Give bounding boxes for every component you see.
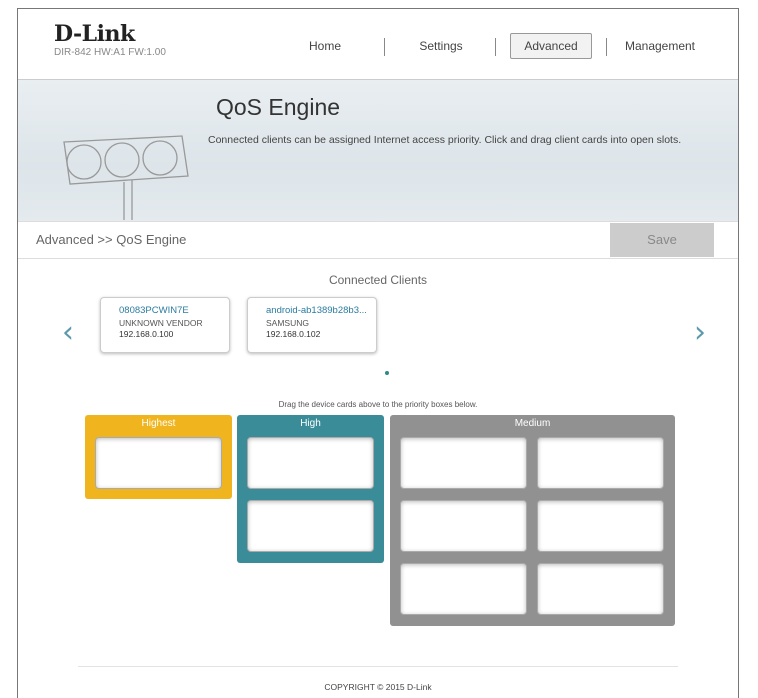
- client-vendor: UNKNOWN VENDOR: [119, 318, 203, 328]
- page-title: QoS Engine: [216, 94, 341, 120]
- priority-slot[interactable]: [400, 563, 527, 615]
- client-name: 08083PCWIN7E: [119, 305, 189, 316]
- page-banner: QoS Engine Connected clients can be assi…: [18, 79, 738, 222]
- priority-label: Medium: [514, 418, 551, 429]
- client-card[interactable]: 08083PCWIN7E UNKNOWN VENDOR 192.168.0.10…: [100, 297, 230, 353]
- priority-box-high: High: [237, 415, 384, 563]
- page-description: Connected clients can be assigned Intern…: [208, 134, 682, 146]
- priority-slot[interactable]: [400, 437, 527, 489]
- priority-slot[interactable]: [400, 500, 527, 552]
- chevron-right-icon[interactable]: ›: [694, 315, 706, 350]
- priority-label: Highest: [141, 418, 176, 429]
- copyright: COPYRIGHT © 2015 D-Link: [324, 682, 432, 692]
- priority-slot[interactable]: [537, 500, 664, 552]
- priority-box-highest: Highest: [85, 415, 232, 499]
- nav-settings[interactable]: Settings: [406, 37, 476, 57]
- client-ip: 192.168.0.102: [266, 329, 321, 339]
- priority-slot[interactable]: [247, 500, 374, 552]
- nav-advanced[interactable]: Advanced: [510, 33, 592, 59]
- client-name: android-ab1389b28b3...: [266, 305, 367, 316]
- footer-divider: [78, 666, 678, 667]
- breadcrumb-bar: Advanced >> QoS Engine Save: [18, 221, 738, 259]
- nav-divider: [384, 38, 385, 56]
- priority-slot[interactable]: [537, 437, 664, 489]
- drag-hint: Drag the device cards above to the prior…: [278, 400, 478, 409]
- priority-label: High: [300, 418, 321, 429]
- priority-slot[interactable]: [95, 437, 222, 489]
- chevron-left-icon[interactable]: ‹: [62, 315, 74, 350]
- client-ip: 192.168.0.100: [119, 329, 174, 339]
- breadcrumb: Advanced >> QoS Engine: [36, 232, 187, 247]
- priority-box-medium: Medium: [390, 415, 675, 626]
- router-page: D-Link DIR-842 HW:A1 FW:1.00 Home Settin…: [17, 8, 739, 698]
- nav-management[interactable]: Management: [622, 37, 698, 57]
- priority-slot[interactable]: [247, 437, 374, 489]
- client-vendor: SAMSUNG: [266, 318, 309, 328]
- nav-divider: [495, 38, 496, 56]
- nav-home[interactable]: Home: [290, 37, 360, 57]
- priority-slot[interactable]: [537, 563, 664, 615]
- nav-divider: [606, 38, 607, 56]
- client-card[interactable]: android-ab1389b28b3... SAMSUNG 192.168.0…: [247, 297, 377, 353]
- carousel-page-dot[interactable]: [385, 371, 389, 375]
- connected-clients-title: Connected Clients: [328, 273, 428, 287]
- save-button[interactable]: Save: [610, 223, 714, 257]
- top-nav: Home Settings Advanced Management: [18, 33, 738, 59]
- traffic-light-icon: [62, 120, 202, 225]
